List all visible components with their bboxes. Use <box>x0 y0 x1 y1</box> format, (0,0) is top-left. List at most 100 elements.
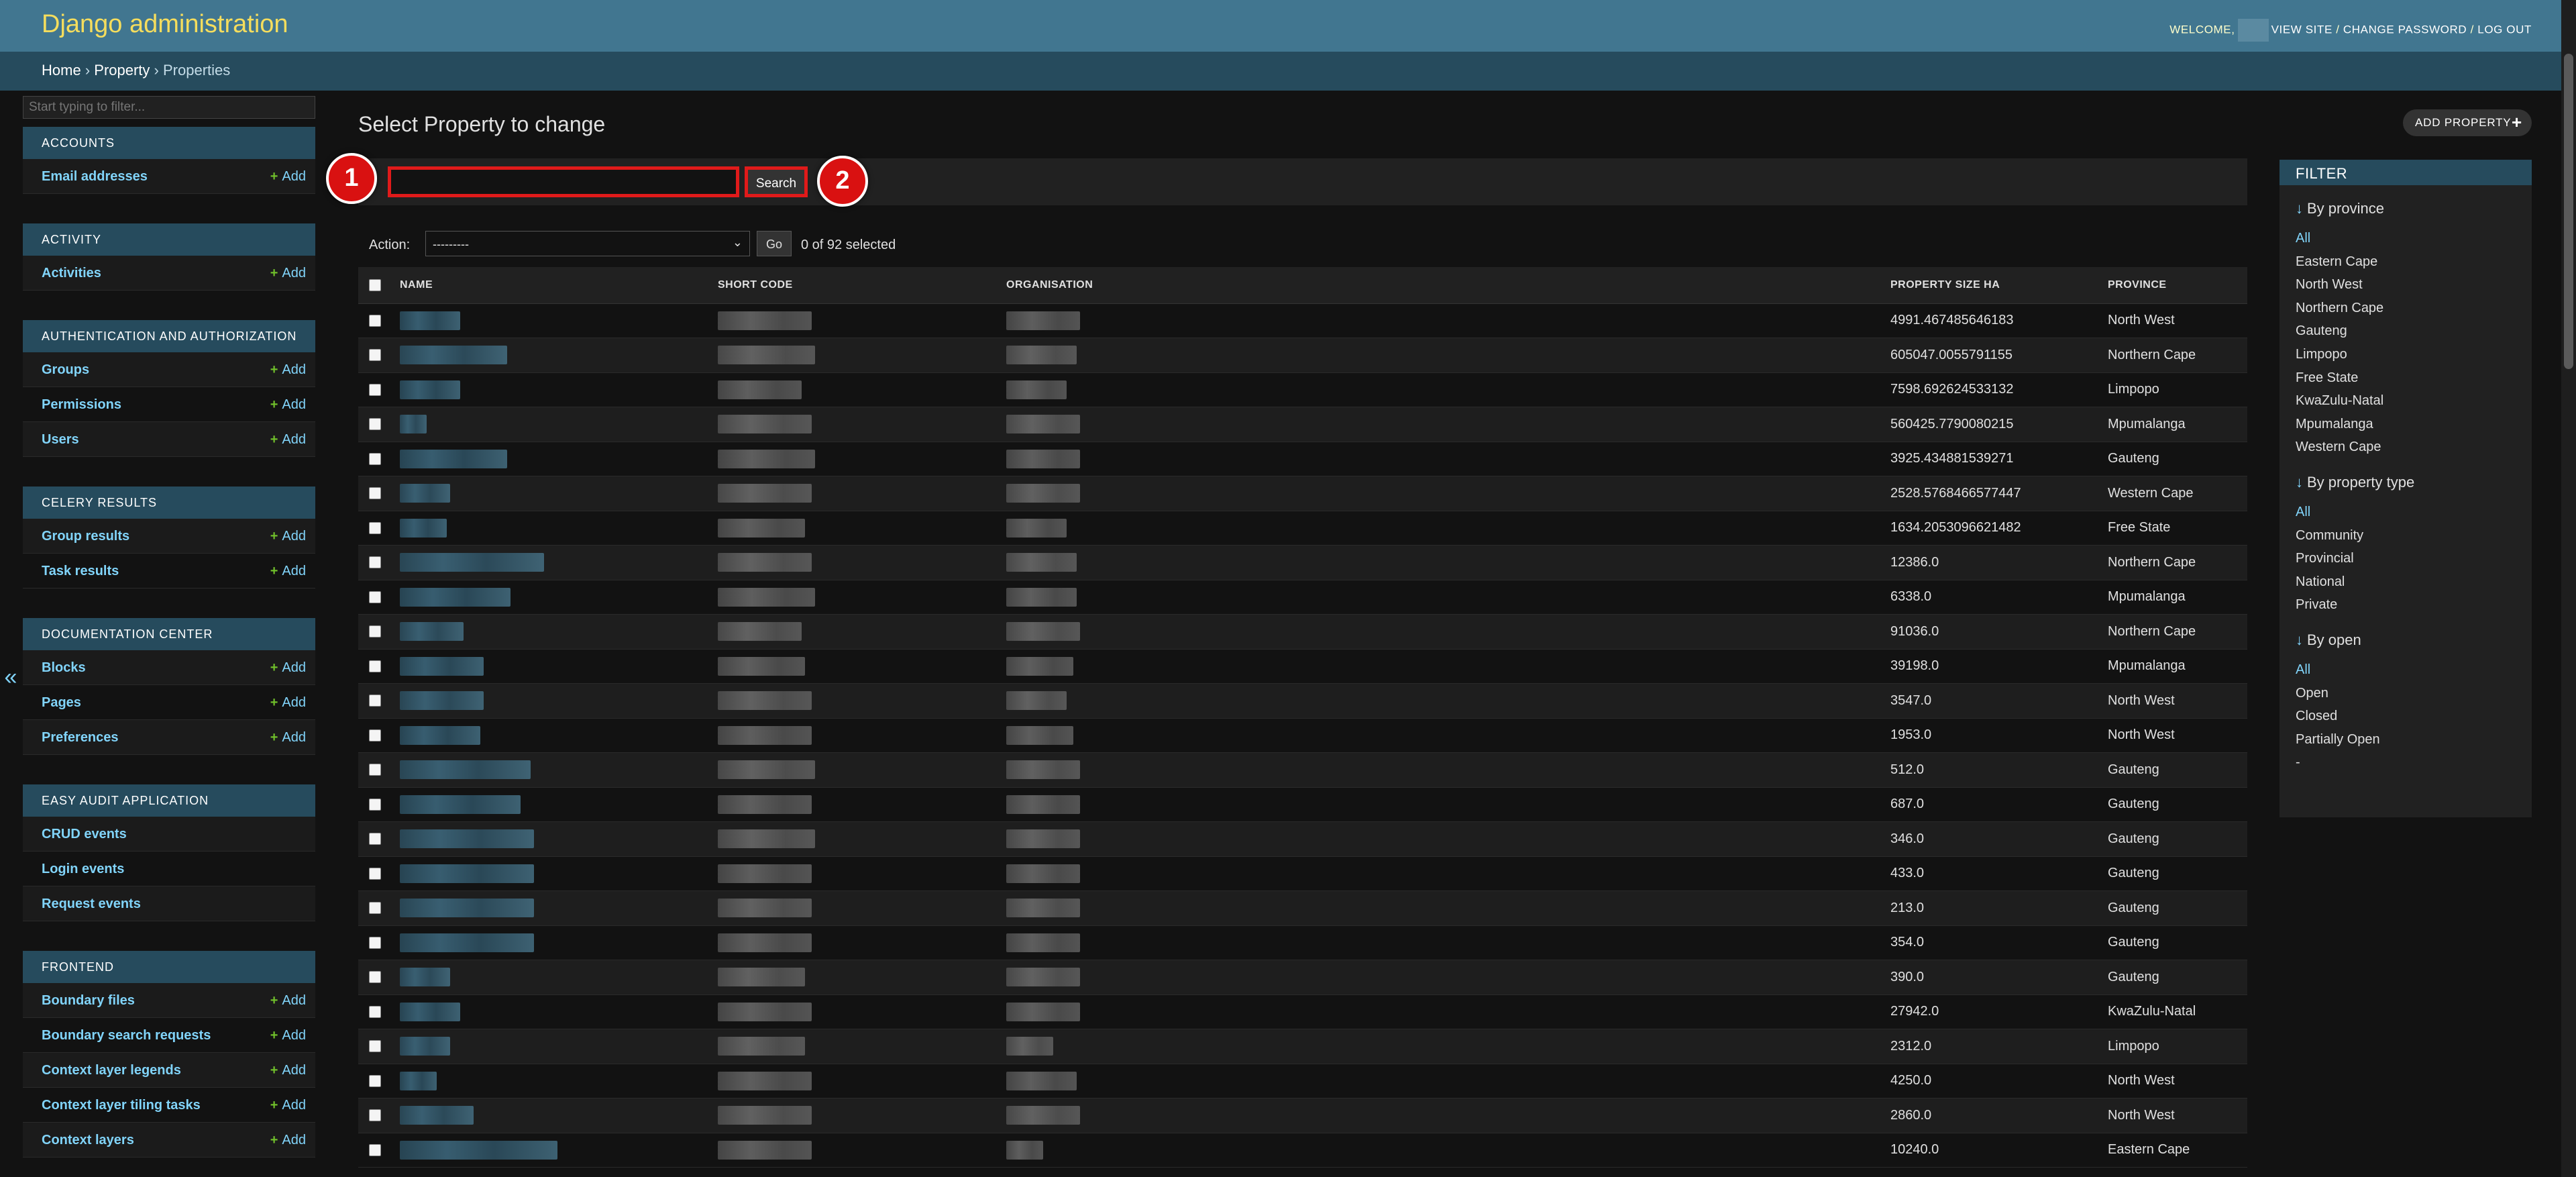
search-button[interactable]: Search <box>745 166 808 197</box>
row-checkbox[interactable] <box>369 452 381 465</box>
sidebar-item-label[interactable]: Request events <box>42 897 141 912</box>
sidebar-item-label[interactable]: Boundary files <box>42 993 135 1009</box>
filter-option-eastern-cape[interactable]: Eastern Cape <box>2296 250 2532 274</box>
add-link[interactable]: + Add <box>270 169 306 185</box>
redacted-name-link[interactable] <box>400 968 450 987</box>
row-checkbox[interactable] <box>369 660 381 672</box>
column-header-name[interactable]: NAME <box>400 267 718 304</box>
filter-option-limpopo[interactable]: Limpopo <box>2296 343 2532 366</box>
row-checkbox[interactable] <box>369 383 381 396</box>
select-all-checkbox[interactable] <box>369 278 381 291</box>
sidebar-item-label[interactable]: Users <box>42 432 79 448</box>
sidebar-item-label[interactable]: Activities <box>42 266 101 281</box>
app-caption[interactable]: FRONTEND <box>23 951 315 983</box>
add-link[interactable]: + Add <box>270 993 306 1009</box>
filter-option-mpumalanga[interactable]: Mpumalanga <box>2296 413 2532 436</box>
sidebar-item-label[interactable]: Context layer tiling tasks <box>42 1098 201 1113</box>
redacted-name-link[interactable] <box>400 1037 450 1056</box>
row-checkbox[interactable] <box>369 1109 381 1122</box>
sidebar-item-label[interactable]: Email addresses <box>42 169 148 185</box>
add-link[interactable]: + Add <box>270 695 306 711</box>
view-site-link[interactable]: VIEW SITE <box>2271 23 2332 36</box>
row-checkbox[interactable] <box>369 798 381 811</box>
sidebar-item-label[interactable]: Boundary search requests <box>42 1028 211 1043</box>
search-input[interactable] <box>388 166 739 197</box>
redacted-name-link[interactable] <box>400 484 450 503</box>
add-link[interactable]: + Add <box>270 564 306 579</box>
row-checkbox[interactable] <box>369 349 381 362</box>
redacted-name-link[interactable] <box>400 553 544 572</box>
filter-option-empty[interactable]: - <box>2296 751 2532 774</box>
sidebar-item-label[interactable]: Task results <box>42 564 119 579</box>
change-password-link[interactable]: CHANGE PASSWORD <box>2343 23 2467 36</box>
sidebar-item-label[interactable]: Login events <box>42 862 124 877</box>
app-caption[interactable]: DOCUMENTATION CENTER <box>23 618 315 650</box>
add-link[interactable]: + Add <box>270 660 306 676</box>
app-caption[interactable]: EASY AUDIT APPLICATION <box>23 784 315 817</box>
go-button[interactable]: Go <box>757 231 792 256</box>
column-header-property-size[interactable]: PROPERTY SIZE HA <box>1889 267 2105 304</box>
sidebar-item-label[interactable]: Permissions <box>42 397 121 413</box>
redacted-name-link[interactable] <box>400 899 534 918</box>
column-header-short-code[interactable]: SHORT CODE <box>718 267 1006 304</box>
app-caption[interactable]: ACCOUNTS <box>23 127 315 159</box>
redacted-name-link[interactable] <box>400 1140 557 1160</box>
row-checkbox[interactable] <box>369 902 381 915</box>
redacted-name-link[interactable] <box>400 415 427 434</box>
filter-option-partially-open[interactable]: Partially Open <box>2296 728 2532 752</box>
row-checkbox[interactable] <box>369 971 381 984</box>
row-checkbox[interactable] <box>369 314 381 327</box>
redacted-name-link[interactable] <box>400 656 484 676</box>
redacted-name-link[interactable] <box>400 933 534 952</box>
filter-option-community[interactable]: Community <box>2296 524 2532 548</box>
redacted-name-link[interactable] <box>400 1002 460 1021</box>
row-checkbox[interactable] <box>369 729 381 741</box>
column-header-organisation[interactable]: ORGANISATION <box>1006 267 1889 304</box>
row-checkbox[interactable] <box>369 487 381 500</box>
filter-option-all[interactable]: All <box>2296 227 2532 250</box>
redacted-name-link[interactable] <box>400 864 534 883</box>
breadcrumb-property[interactable]: Property <box>94 62 150 79</box>
redacted-name-link[interactable] <box>400 760 531 780</box>
row-checkbox[interactable] <box>369 1040 381 1053</box>
row-checkbox[interactable] <box>369 833 381 846</box>
sidebar-item-label[interactable]: Context layers <box>42 1133 134 1148</box>
collapse-sidebar-icon[interactable]: « <box>0 664 21 694</box>
sidebar-item-label[interactable]: Context layer legends <box>42 1063 181 1078</box>
sidebar-item-label[interactable]: Preferences <box>42 730 119 746</box>
row-checkbox[interactable] <box>369 1143 381 1156</box>
column-header-province[interactable]: PROVINCE <box>2105 267 2247 304</box>
add-link[interactable]: + Add <box>270 730 306 746</box>
row-checkbox[interactable] <box>369 936 381 949</box>
filter-option-kwazulu-natal[interactable]: KwaZulu-Natal <box>2296 389 2532 413</box>
app-caption[interactable]: ACTIVITY <box>23 223 315 256</box>
redacted-name-link[interactable] <box>400 829 534 849</box>
redacted-name-link[interactable] <box>400 725 480 745</box>
add-link[interactable]: + Add <box>270 1133 306 1148</box>
filter-option-north-west[interactable]: North West <box>2296 273 2532 297</box>
row-checkbox[interactable] <box>369 521 381 534</box>
add-link[interactable]: + Add <box>270 1063 306 1078</box>
add-link[interactable]: + Add <box>270 362 306 378</box>
filter-option-private[interactable]: Private <box>2296 593 2532 617</box>
add-link[interactable]: + Add <box>270 1098 306 1113</box>
redacted-name-link[interactable] <box>400 380 460 399</box>
row-checkbox[interactable] <box>369 1005 381 1018</box>
filter-option-closed[interactable]: Closed <box>2296 705 2532 728</box>
add-link[interactable]: + Add <box>270 1028 306 1043</box>
sidebar-item-label[interactable]: Pages <box>42 695 81 711</box>
add-property-button[interactable]: ADD PROPERTY + <box>2403 109 2532 136</box>
action-select[interactable]: --------- ⌄ <box>425 231 750 256</box>
row-checkbox[interactable] <box>369 556 381 569</box>
filter-option-national[interactable]: National <box>2296 570 2532 594</box>
log-out-link[interactable]: LOG OUT <box>2477 23 2532 36</box>
filter-option-all[interactable]: All <box>2296 658 2532 682</box>
add-link[interactable]: + Add <box>270 266 306 281</box>
redacted-name-link[interactable] <box>400 449 507 468</box>
filter-option-provincial[interactable]: Provincial <box>2296 547 2532 570</box>
add-link[interactable]: + Add <box>270 529 306 544</box>
sidebar-item-label[interactable]: Groups <box>42 362 89 378</box>
filter-option-gauteng[interactable]: Gauteng <box>2296 319 2532 343</box>
row-checkbox[interactable] <box>369 591 381 603</box>
app-caption[interactable]: AUTHENTICATION AND AUTHORIZATION <box>23 320 315 352</box>
